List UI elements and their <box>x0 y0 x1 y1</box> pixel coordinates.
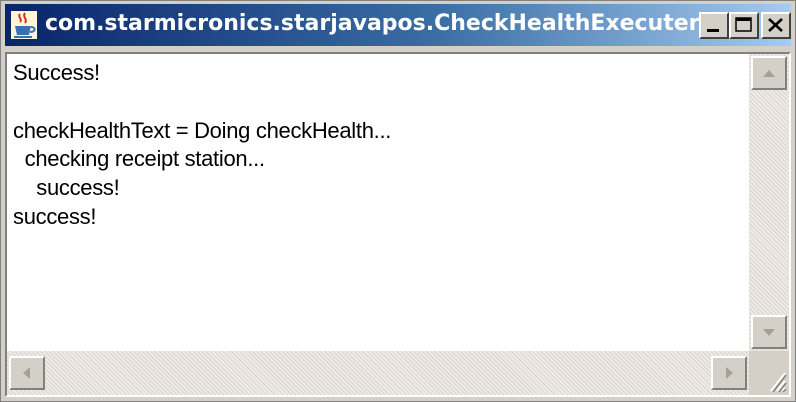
output-text-area[interactable]: Success! checkHealthText = Doing checkHe… <box>7 54 749 351</box>
app-window: com.starmicronics.starjavapos.CheckHealt… <box>0 0 796 402</box>
output-line: checking receipt station... <box>13 146 265 171</box>
scroll-down-button[interactable] <box>751 315 787 349</box>
content-area: Success! checkHealthText = Doing checkHe… <box>5 52 791 397</box>
scroll-up-button[interactable] <box>751 56 787 90</box>
resize-grip[interactable] <box>749 351 789 395</box>
resize-grip-icon <box>749 372 789 399</box>
output-line: Success! <box>13 60 100 85</box>
output-line: success! <box>13 204 97 229</box>
vertical-scrollbar[interactable] <box>749 54 789 351</box>
maximize-button[interactable] <box>729 12 759 39</box>
title-bar[interactable]: com.starmicronics.starjavapos.CheckHealt… <box>5 4 791 46</box>
horizontal-scrollbar[interactable] <box>7 351 749 395</box>
output-line: checkHealthText = Doing checkHealth... <box>13 118 392 143</box>
minimize-button[interactable] <box>699 12 729 39</box>
java-cup-icon[interactable] <box>11 11 37 39</box>
scroll-right-button[interactable] <box>711 356 747 390</box>
window-title: com.starmicronics.starjavapos.CheckHealt… <box>45 11 700 36</box>
scroll-left-button[interactable] <box>9 356 45 390</box>
output-line: success! <box>13 175 120 200</box>
close-button[interactable] <box>761 12 791 39</box>
